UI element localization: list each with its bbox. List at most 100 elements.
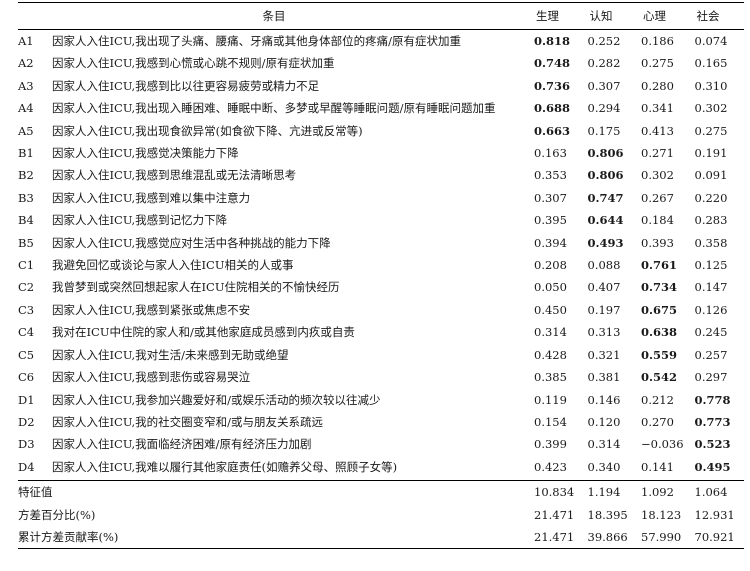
item-text: 因家人入住ICU,我感到记忆力下降 (52, 213, 228, 228)
loading-cell: 0.675 (637, 299, 691, 321)
loading-cell: 0.385 (534, 370, 567, 385)
primary-loading: 0.747 (587, 190, 624, 205)
table-row: B1 因家人入住ICU,我感觉决策能力下降 0.163 0.806 0.271 0.191 (18, 142, 744, 164)
summary-row: 累计方差贡献率(%) 21.471 39.866 57.990 70.921 (18, 526, 744, 549)
item-text: 我避免回忆或谈论与家人入住ICU相关的人或事 (52, 258, 294, 273)
primary-loading: 0.761 (641, 258, 678, 273)
primary-loading: 0.734 (641, 280, 678, 295)
loading-cell: 0.747 (584, 187, 638, 209)
loading-cell: 0.186 (641, 34, 674, 48)
loading-cell: 0.353 (534, 168, 567, 183)
loading-cell: 0.120 (587, 414, 621, 429)
loading-cell: −0.036 (641, 437, 684, 452)
table-row: A1 因家人入住ICU,我出现了头痛、腰痛、牙痛或其他身体部位的疼痛/原有症状加重… (18, 30, 744, 53)
loading-cell: 0.399 (534, 437, 567, 452)
table-row: C1 我避免回忆或谈论与家人入住ICU相关的人或事 0.208 0.088 0.761 0… (18, 254, 744, 276)
table-row: A3 因家人入住ICU,我感到比以往更容易疲劳或精力不足 0.736 0.307 0.2… (18, 75, 744, 97)
summary-value: 70.921 (694, 529, 735, 544)
table-row: D3 因家人入住ICU,我面临经济困难/原有经济压力加剧 0.399 0.314 −0.… (18, 433, 744, 455)
item-id: B1 (18, 146, 34, 161)
loading-cell: 0.358 (694, 235, 728, 250)
table-row: A5 因家人入住ICU,我出现食欲异常(如食欲下降、亢进或反常等) 0.663 0.1… (18, 120, 744, 142)
item-id: D3 (18, 437, 35, 452)
loading-cell: 0.294 (587, 101, 621, 116)
loading-cell: 0.141 (641, 459, 674, 474)
summary-value: 21.471 (534, 529, 575, 544)
loading-cell: 0.806 (584, 164, 638, 186)
loading-cell: 0.088 (587, 258, 621, 273)
summary-value: 18.123 (641, 507, 682, 522)
loading-cell: 0.091 (694, 168, 728, 183)
loading-cell: 0.381 (587, 370, 621, 385)
loading-cell: 0.050 (534, 280, 567, 295)
item-id: A5 (18, 123, 34, 138)
loading-cell: 0.280 (641, 78, 674, 93)
primary-loading: 0.736 (534, 78, 571, 93)
item-text: 因家人入住ICU,我感到比以往更容易疲劳或精力不足 (52, 78, 320, 93)
loading-cell: 0.393 (641, 235, 674, 250)
header-psychological: 心理 (643, 9, 666, 23)
table-row: B2 因家人入住ICU,我感到思维混乱或无法清晰思考 0.353 0.806 0.302… (18, 164, 744, 186)
primary-loading: 0.688 (534, 101, 571, 116)
loading-cell: 0.125 (694, 258, 728, 273)
item-id: C5 (18, 347, 35, 362)
primary-loading: 0.748 (534, 56, 571, 71)
header-cognitive: 认知 (589, 9, 613, 23)
item-id: B3 (18, 190, 34, 205)
table-row: C3 因家人入住ICU,我感到紧张或焦虑不安 0.450 0.197 0.675 0.12… (18, 299, 744, 321)
item-id: C3 (18, 302, 35, 317)
table-header: 条目 生理 认知 心理 社会 (18, 2, 744, 30)
item-text: 因家人入住ICU,我感觉决策能力下降 (52, 146, 239, 161)
loading-cell: 0.271 (641, 146, 674, 161)
factor-loading-table: 条目 生理 认知 心理 社会 A1 因家人入住ICU,我出现了头痛、腰痛、牙痛或其… (18, 2, 744, 549)
loading-cell: 0.395 (534, 213, 567, 228)
loading-cell: 0.146 (587, 392, 621, 407)
summary-row: 方差百分比(%) 21.471 18.395 18.123 12.931 (18, 504, 744, 526)
item-text: 因家人入住ICU,我感觉应对生活中各种挑战的能力下降 (52, 235, 331, 250)
primary-loading: 0.495 (694, 459, 731, 474)
loading-cell: 0.523 (691, 433, 745, 455)
loading-cell: 0.154 (534, 414, 567, 429)
loading-cell: 0.450 (534, 302, 567, 317)
item-text: 因家人入住ICU,我难以履行其他家庭责任(如赡养父母、照顾子女等) (52, 459, 398, 474)
loading-cell: 0.126 (694, 302, 728, 317)
item-text: 因家人入住ICU,我面临经济困难/原有经济压力加剧 (52, 437, 312, 452)
item-text: 我曾梦到或突然回想起家人在ICU住院相关的不愉快经历 (52, 280, 340, 295)
item-id: A4 (18, 101, 34, 116)
table-row: A2 因家人入住ICU,我感到心慌或心跳不规则/原有症状加重 0.748 0.282 0… (18, 52, 744, 74)
table-row: C4 我对在ICU中住院的家人和/或其他家庭成员感到内疚或自责 0.314 0.313… (18, 321, 744, 343)
loading-cell: 0.307 (534, 190, 567, 205)
loading-cell: 0.163 (534, 146, 567, 161)
loading-cell: 0.257 (694, 347, 728, 362)
primary-loading: 0.542 (641, 370, 678, 385)
item-id: D2 (18, 414, 35, 429)
loading-cell: 0.252 (587, 34, 621, 48)
summary-value: 21.471 (534, 507, 575, 522)
loading-cell: 0.734 (637, 276, 691, 298)
loading-cell: 0.245 (694, 325, 728, 340)
primary-loading: 0.663 (534, 123, 571, 138)
primary-loading: 0.559 (641, 347, 678, 362)
table-row: C2 我曾梦到或突然回想起家人在ICU住院相关的不愉快经历 0.050 0.407 0.… (18, 276, 744, 298)
table-row: B3 因家人入住ICU,我感到难以集中注意力 0.307 0.747 0.267 0.22… (18, 187, 744, 209)
summary-rows: 特征值 10.834 1.194 1.092 1.064 方差百分比(%) 21.471 18… (18, 480, 744, 549)
loading-cell: 0.212 (641, 392, 674, 407)
item-id: B2 (18, 168, 34, 183)
primary-loading: 0.818 (534, 34, 571, 48)
item-id: C4 (18, 325, 35, 340)
item-text: 因家人入住ICU,我感到心慌或心跳不规则/原有症状加重 (52, 56, 335, 71)
loading-cell: 0.341 (641, 101, 674, 116)
item-id: C1 (18, 258, 35, 273)
table-row: D4 因家人入住ICU,我难以履行其他家庭责任(如赡养父母、照顾子女等) 0.423… (18, 456, 744, 481)
item-text: 因家人入住ICU,我参加兴趣爱好和/或娱乐活动的频次较以往减少 (52, 392, 381, 407)
loading-cell: 0.773 (691, 411, 745, 433)
loading-cell: 0.275 (694, 123, 728, 138)
loading-cell: 0.688 (530, 97, 584, 119)
primary-loading: 0.638 (641, 325, 678, 340)
primary-loading: 0.675 (641, 302, 678, 317)
loading-cell: 0.736 (530, 75, 584, 97)
loading-cell: 0.307 (587, 78, 621, 93)
item-text: 因家人入住ICU,我感到悲伤或容易哭泣 (52, 370, 251, 385)
summary-value: 1.064 (694, 485, 728, 500)
loading-cell: 0.119 (534, 392, 567, 407)
